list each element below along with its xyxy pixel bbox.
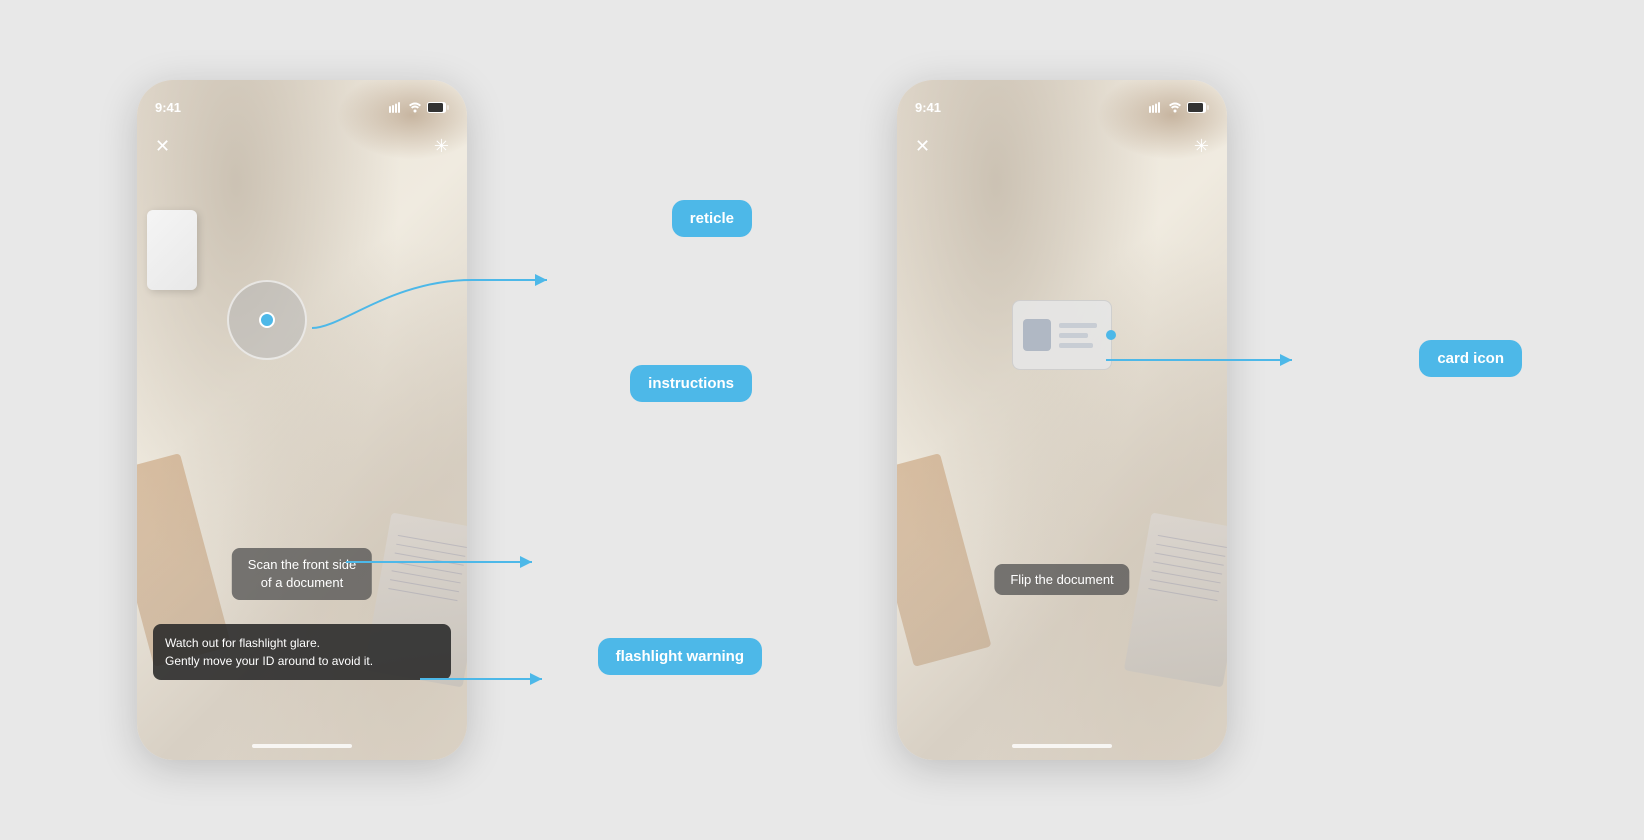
top-bar-2: ✕ ✳ xyxy=(897,124,1227,168)
close-icon[interactable]: ✕ xyxy=(155,136,170,157)
status-bar-2: 9:41 xyxy=(897,80,1227,124)
flashlight-warning-text: Watch out for flashlight glare. Gently m… xyxy=(153,624,451,680)
reticle-annotation: reticle xyxy=(672,200,752,237)
card-icon-container xyxy=(1012,300,1112,370)
status-time: 9:41 xyxy=(155,100,181,115)
flip-document-text: Flip the document xyxy=(994,564,1129,595)
close-icon-2[interactable]: ✕ xyxy=(915,136,930,157)
phone-frame-1: 9:41 ✕ ✳ Scan the front side of a docume… xyxy=(137,80,467,760)
phone-frame-2: 9:41 ✕ ✳ xyxy=(897,80,1227,760)
reticle-label: reticle xyxy=(672,200,752,237)
card-icon xyxy=(1012,300,1112,370)
diagram-2: 9:41 ✕ ✳ xyxy=(852,70,1552,770)
camera-background-2 xyxy=(897,80,1227,760)
instructions-text: Scan the front side of a document xyxy=(232,548,372,600)
diagram-1: 9:41 ✕ ✳ Scan the front side of a docume… xyxy=(92,70,792,770)
status-time-2: 9:41 xyxy=(915,100,941,115)
flashlight-annotation: flashlight warning xyxy=(598,638,762,675)
reticle-dot xyxy=(259,312,275,328)
instructions-annotation: instructions xyxy=(630,365,752,402)
status-icons-2 xyxy=(1149,102,1209,113)
flashlight-icon[interactable]: ✳ xyxy=(434,136,449,157)
flashlight-icon-2[interactable]: ✳ xyxy=(1194,136,1209,157)
card-icon-label: card icon xyxy=(1419,340,1522,377)
card-avatar xyxy=(1023,319,1051,351)
flashlight-warning-label: flashlight warning xyxy=(598,638,762,675)
card-icon-annotation: card icon xyxy=(1419,340,1522,377)
home-indicator-2 xyxy=(1012,744,1112,748)
reticle xyxy=(227,280,307,360)
card-lines xyxy=(1059,323,1101,348)
top-bar: ✕ ✳ xyxy=(137,124,467,168)
home-indicator xyxy=(252,744,352,748)
instructions-label: instructions xyxy=(630,365,752,402)
status-icons xyxy=(389,102,449,113)
status-bar: 9:41 xyxy=(137,80,467,124)
card-dot xyxy=(1106,330,1116,340)
